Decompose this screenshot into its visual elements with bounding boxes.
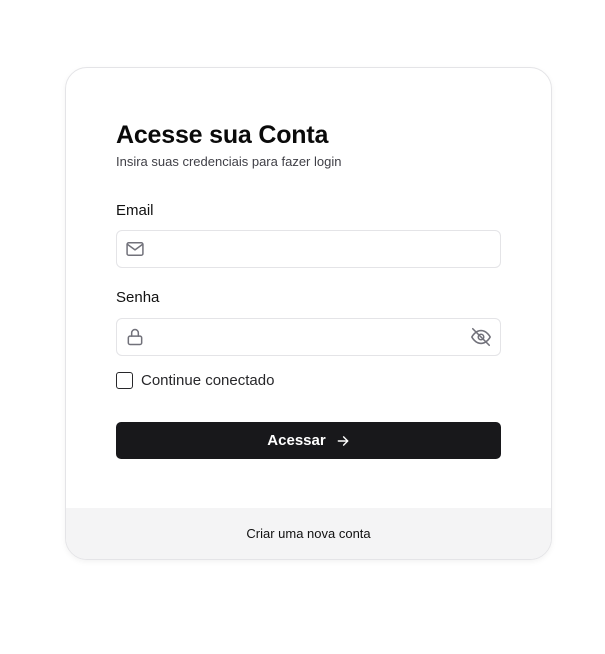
remember-me[interactable]: Continue conectado [116,372,274,389]
login-form: Acesse sua Conta Insira suas credenciais… [116,120,502,459]
submit-label: Acessar [267,432,326,449]
mail-icon [126,242,144,256]
password-field-wrapper[interactable] [116,318,501,356]
login-card: Acesse sua Conta Insira suas credenciais… [65,67,552,560]
email-input[interactable] [155,231,455,267]
remember-checkbox[interactable] [116,372,133,389]
submit-button[interactable]: Acessar [116,422,501,459]
password-input[interactable] [155,319,455,355]
password-label: Senha [116,289,160,306]
arrow-right-icon [337,435,349,446]
email-field-wrapper[interactable] [116,230,501,268]
page-title: Acesse sua Conta [116,121,329,149]
create-account-link[interactable]: Criar uma nova conta [246,526,370,541]
page-subtitle: Insira suas credenciais para fazer login [116,154,342,169]
eye-off-icon[interactable] [470,326,492,348]
email-label: Email [116,202,154,219]
remember-label: Continue conectado [141,372,275,389]
card-footer: Criar uma nova conta [66,508,551,559]
lock-icon [127,328,143,346]
